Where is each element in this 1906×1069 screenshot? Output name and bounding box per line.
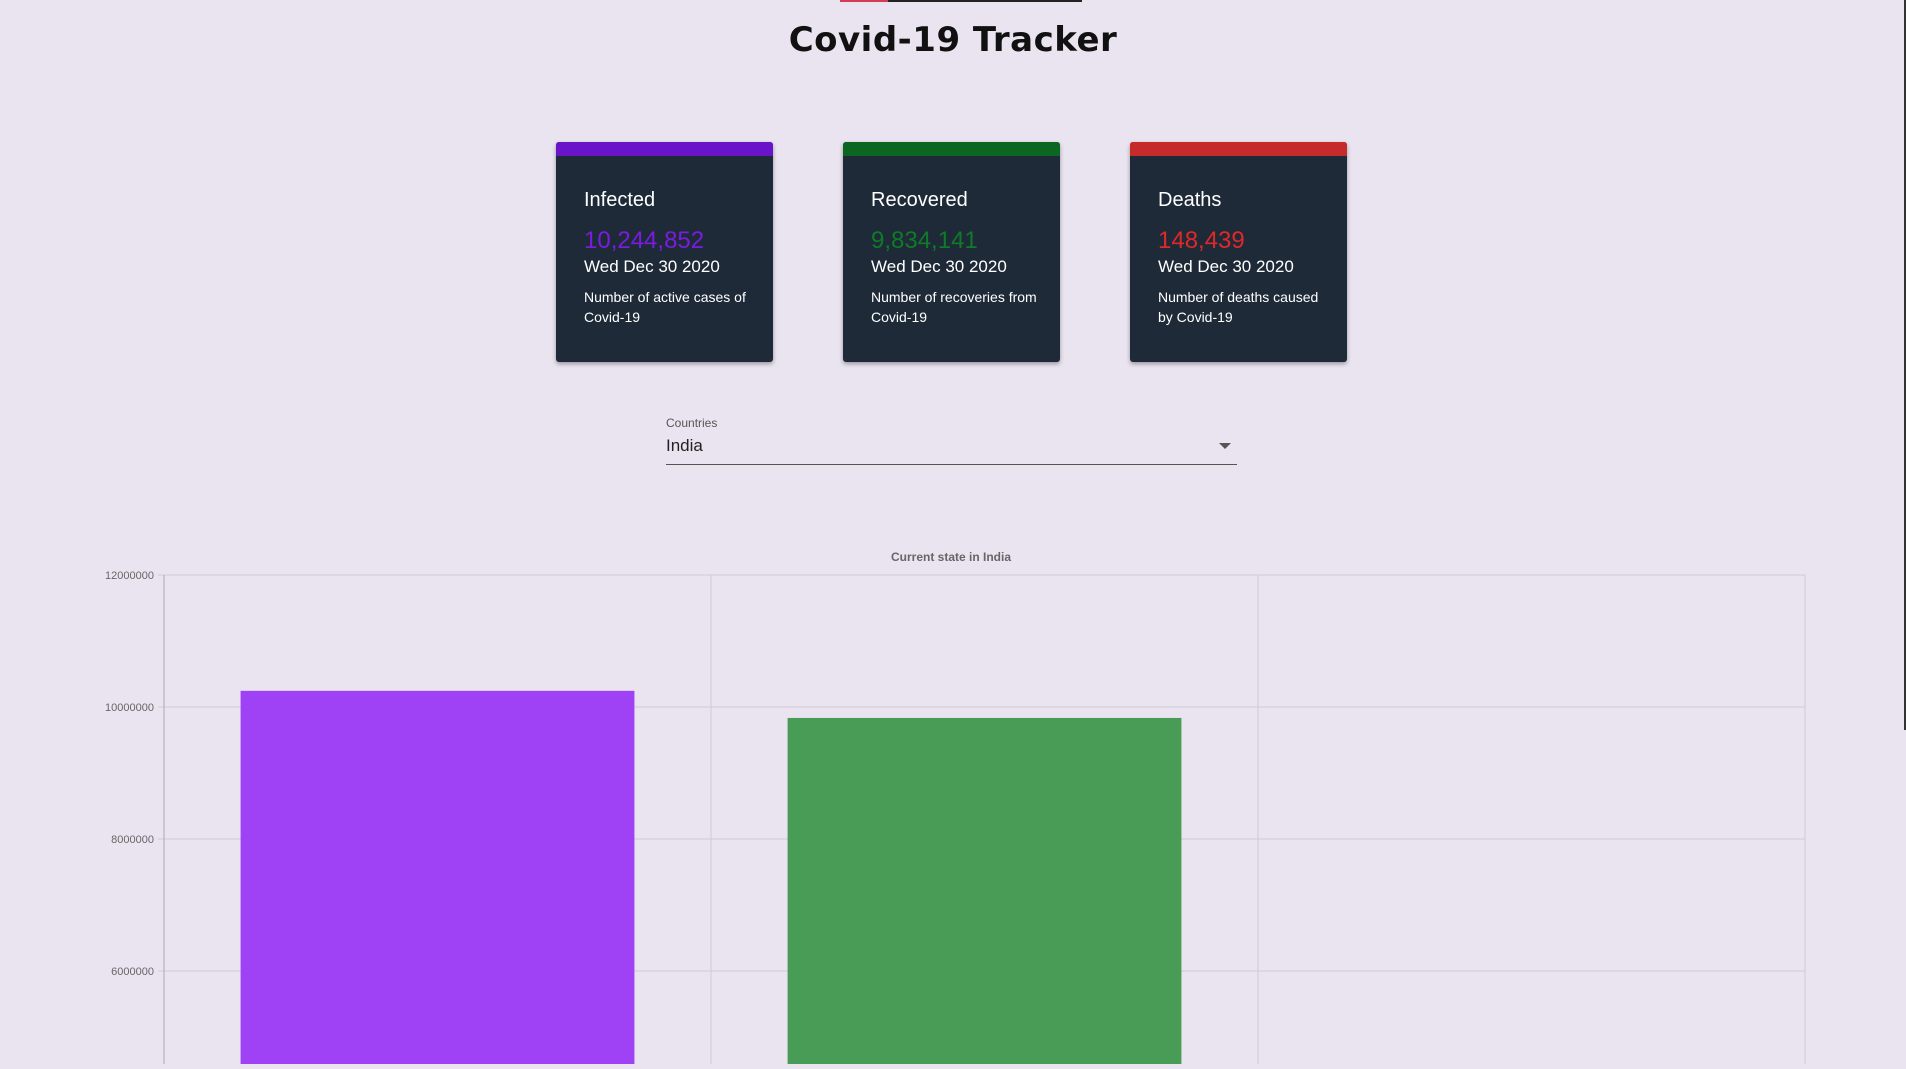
chevron-down-icon[interactable] [1219,443,1231,449]
infected-value: 10,244,852 [584,227,705,254]
recovered-label: Recovered [871,189,968,211]
recovered-card-accent [843,142,1060,156]
y-tick-label: 8000000 [111,834,154,846]
deaths-label: Deaths [1158,189,1222,211]
bar-chart: Current state in India 12000000 10000000 8… [105,550,1806,1064]
recovered-description: Number of recoveries from Covid-19 [871,289,1037,325]
recovered-value: 9,834,141 [871,227,978,254]
deaths-card-accent [1130,142,1347,156]
chart-title: Current state in India [891,550,1011,564]
bar-recovered[interactable] [787,717,1182,1064]
recovered-card: Recovered 9,834,141 Wed Dec 30 2020 Numb… [843,142,1060,362]
deaths-card: Deaths 148,439 Wed Dec 30 2020 Number of… [1130,142,1347,362]
infected-label: Infected [584,189,656,211]
y-tick-label: 12000000 [105,570,154,582]
deaths-value: 148,439 [1158,227,1245,254]
infected-card: Infected 10,244,852 Wed Dec 30 2020 Numb… [556,142,773,362]
infected-date: Wed Dec 30 2020 [584,257,720,276]
deaths-date: Wed Dec 30 2020 [1158,257,1294,276]
country-select-box[interactable]: India [666,436,1237,465]
infected-card-accent [556,142,773,156]
chart-area: Current state in India 12000000 10000000 8… [0,540,1906,1064]
infected-description: Number of active cases of Covid-19 [584,289,746,325]
deaths-description: Number of deaths caused by Covid-19 [1158,289,1319,325]
country-select-value: India [666,436,703,455]
recovered-date: Wed Dec 30 2020 [871,257,1007,276]
top-accent-line [840,0,1082,2]
bar-infected[interactable] [240,690,635,1064]
y-tick-label: 6000000 [111,966,154,978]
y-tick-label: 10000000 [105,702,154,714]
country-select[interactable]: Countries India [666,416,1237,465]
country-select-caption: Countries [666,416,718,430]
page-title: Covid-19 Tracker [788,20,1118,60]
